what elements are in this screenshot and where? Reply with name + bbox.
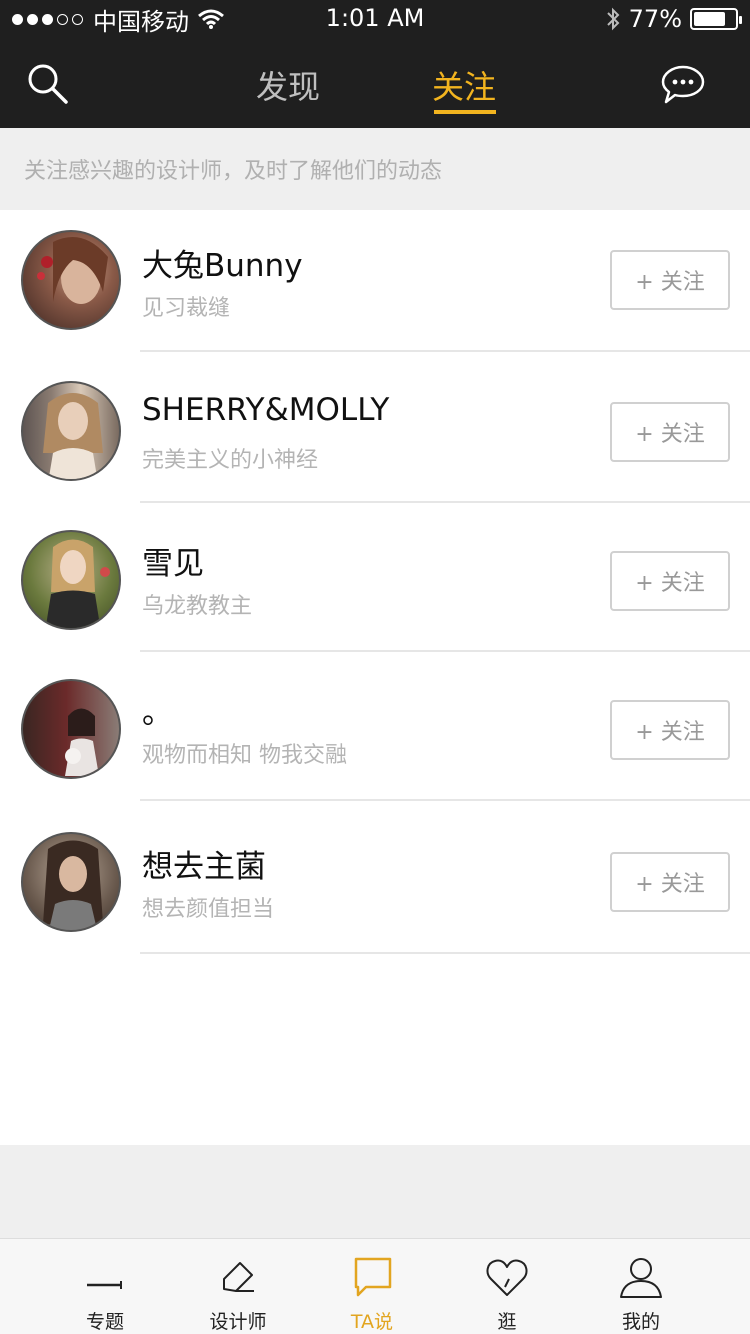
bluetooth-icon [606, 7, 620, 31]
top-nav-bar: 发现 关注 [0, 40, 750, 128]
search-icon[interactable] [26, 62, 70, 106]
designer-list: 大兔Bunny 见习裁缝 + 关注 SHERRY&MOLLY 完美主义的小神经 … [0, 210, 750, 1145]
tab-mine[interactable]: 我的 [576, 1239, 706, 1334]
tab-label: 设计师 [209, 1311, 267, 1333]
user-name[interactable]: 。 [142, 687, 173, 732]
tab-label: 专题 [85, 1311, 124, 1333]
follow-button[interactable]: + 关注 [610, 852, 730, 912]
user-bio: 观物而相知 物我交融 [142, 743, 347, 768]
avatar[interactable] [21, 230, 121, 330]
tab-topic[interactable]: 专题 [40, 1239, 170, 1334]
tab-designer[interactable]: 设计师 [173, 1239, 303, 1334]
tab-label: 我的 [621, 1311, 660, 1333]
battery-level [694, 12, 725, 26]
follow-button[interactable]: + 关注 [610, 402, 730, 462]
tab-ta-says[interactable]: TA说 [307, 1239, 437, 1334]
battery-icon [690, 8, 742, 30]
list-item: 想去主菌 想去颜值担当 + 关注 [0, 801, 750, 954]
tab-discover[interactable]: 发现 [256, 62, 320, 108]
active-tab-indicator [434, 110, 496, 114]
avatar[interactable] [21, 530, 121, 630]
heart-icon [486, 1259, 528, 1296]
status-bar: 中国移动 1:01 AM 77% [0, 0, 750, 40]
pencil-icon [223, 1262, 254, 1292]
list-item: 雪见 乌龙教教主 + 关注 [0, 503, 750, 652]
user-name[interactable]: 雪见 [142, 538, 204, 583]
chat-icon[interactable] [660, 64, 706, 106]
follow-hint-text: 关注感兴趣的设计师，及时了解他们的动态 [0, 128, 750, 210]
battery-percent: 77% [628, 5, 682, 33]
tab-label: 逛 [497, 1311, 517, 1333]
user-bio: 完美主义的小神经 [142, 448, 319, 473]
user-bio: 乌龙教教主 [142, 594, 253, 619]
status-bar-right: 77% [605, 4, 742, 34]
list-item: SHERRY&MOLLY 完美主义的小神经 + 关注 [0, 352, 750, 503]
list-item: 大兔Bunny 见习裁缝 + 关注 [0, 210, 750, 352]
follow-button[interactable]: + 关注 [610, 551, 730, 611]
follow-button[interactable]: + 关注 [610, 250, 730, 310]
person-icon [620, 1258, 662, 1298]
row-divider [140, 952, 750, 954]
follow-button[interactable]: + 关注 [610, 700, 730, 760]
tab-following[interactable]: 关注 [432, 62, 496, 108]
tab-browse[interactable]: 逛 [442, 1239, 572, 1334]
avatar[interactable] [21, 679, 121, 779]
user-name[interactable]: SHERRY&MOLLY [142, 392, 389, 428]
user-name[interactable]: 想去主菌 [142, 841, 266, 886]
bottom-tab-bar: 专题 设计师 TA说 逛 我的 [0, 1238, 750, 1334]
avatar[interactable] [21, 832, 121, 932]
tab-label: TA说 [350, 1311, 394, 1333]
list-item: 。 观物而相知 物我交融 + 关注 [0, 652, 750, 801]
topic-icon [87, 1281, 122, 1289]
user-bio: 想去颜值担当 [142, 897, 275, 922]
speech-bubble-icon [354, 1257, 392, 1297]
user-name[interactable]: 大兔Bunny [142, 240, 303, 285]
avatar[interactable] [21, 381, 121, 481]
user-bio: 见习裁缝 [142, 296, 231, 321]
